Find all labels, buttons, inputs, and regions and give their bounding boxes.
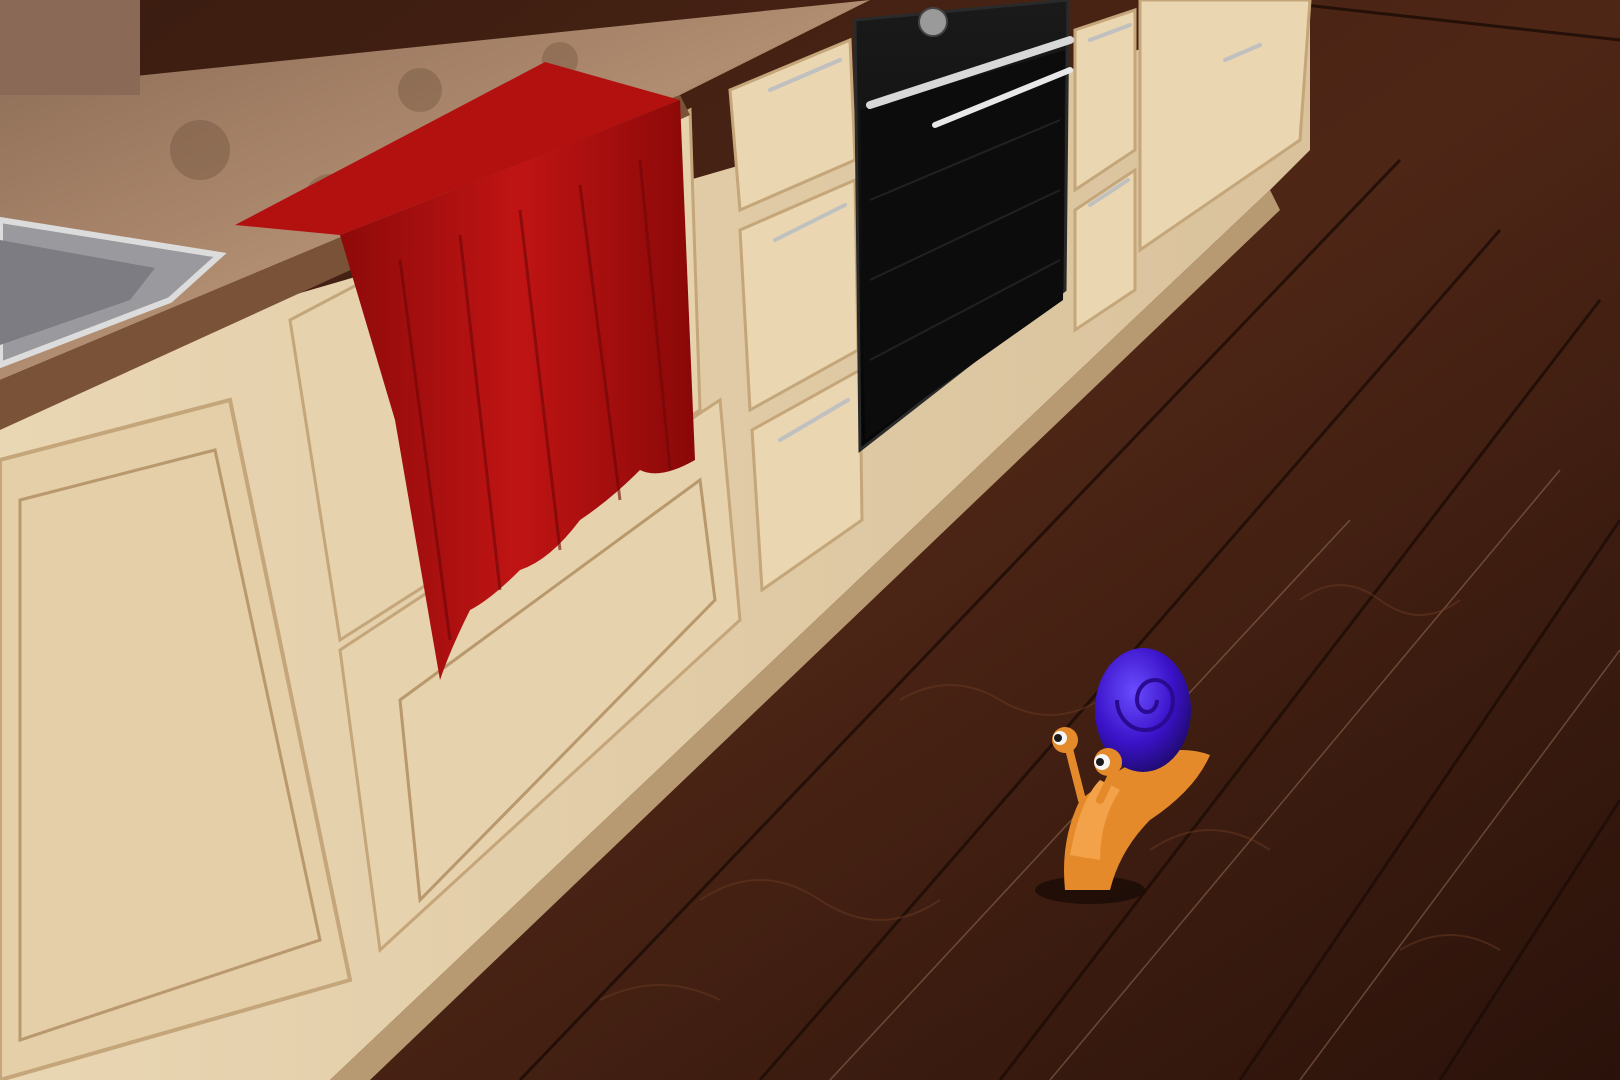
kitchen-scene — [0, 0, 1620, 1080]
